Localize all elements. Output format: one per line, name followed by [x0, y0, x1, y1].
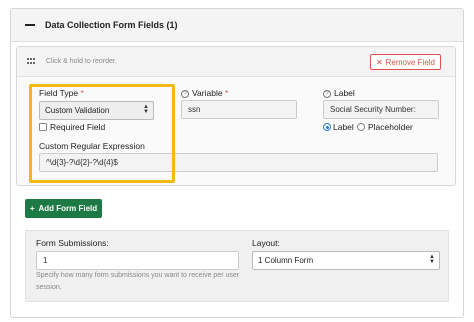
add-form-field-label: Add Form Field [38, 204, 98, 213]
reorder-hint: Click & hold to reorder. [46, 58, 117, 65]
placeholder-radio-label: Placeholder [368, 122, 413, 132]
label-radio-label: Label [333, 122, 354, 132]
field-card-header[interactable]: Click & hold to reorder. ✕ Remove Field [17, 47, 455, 77]
variable-input[interactable]: ssn [181, 100, 297, 119]
label-field-label: ? Label [323, 88, 355, 98]
drag-handle-icon[interactable] [27, 58, 36, 65]
placeholder-radio[interactable] [357, 123, 365, 131]
remove-field-button[interactable]: ✕ Remove Field [369, 54, 441, 70]
minus-icon[interactable] [25, 24, 35, 26]
variable-label: ? Variable * [181, 88, 228, 98]
label-radio[interactable] [323, 123, 331, 131]
section-header[interactable]: Data Collection Form Fields (1) [11, 9, 463, 42]
plus-icon: + [29, 204, 35, 213]
highlight-box [29, 84, 175, 183]
required-mark: * [224, 88, 229, 98]
form-submissions-label: Form Submissions: [36, 238, 109, 248]
layout-select[interactable]: 1 Column Form ▲ ▼ [252, 251, 440, 270]
remove-field-label: Remove Field [385, 57, 435, 67]
help-icon[interactable]: ? [181, 89, 189, 98]
variable-label-text: Variable [192, 88, 223, 98]
add-form-field-button[interactable]: + Add Form Field [25, 199, 102, 218]
form-submissions-input[interactable]: 1 [36, 251, 239, 270]
section-title: Data Collection Form Fields (1) [45, 20, 178, 30]
layout-value: 1 Column Form [258, 256, 314, 265]
select-arrows-icon: ▲ ▼ [429, 254, 435, 265]
help-text-line: session. [36, 284, 62, 291]
close-icon: ✕ [375, 57, 383, 67]
form-submissions-help: Specify how many form submissions you wa… [36, 270, 239, 294]
label-input[interactable]: Social Security Number: [323, 100, 439, 119]
layout-label: Layout: [252, 238, 280, 248]
help-icon[interactable]: ? [323, 89, 331, 98]
help-text-line: Specify how many form submissions you wa… [36, 272, 240, 279]
label-field-label-text: Label [334, 88, 355, 98]
